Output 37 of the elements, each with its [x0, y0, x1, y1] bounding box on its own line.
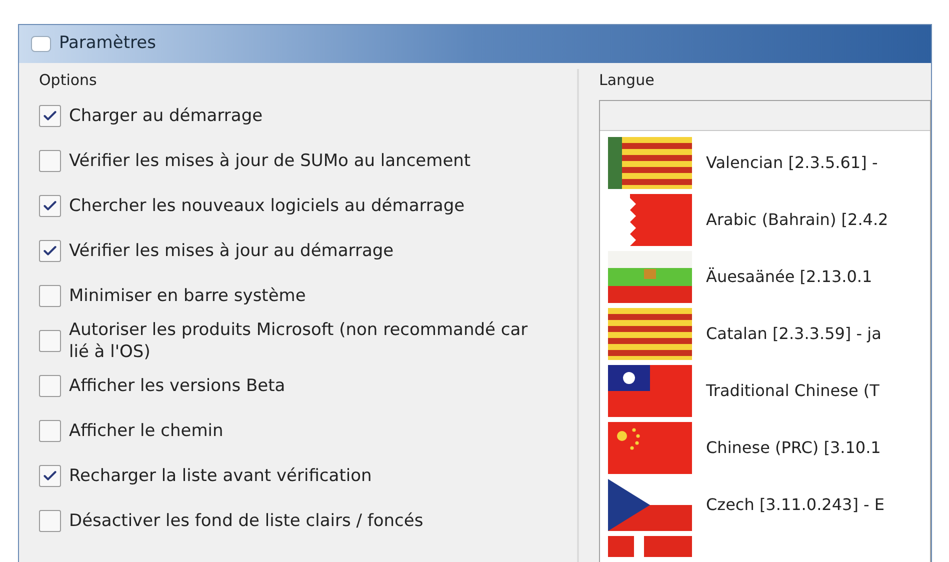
checkbox-label: Minimiser en barre système — [69, 285, 307, 307]
checkbox[interactable] — [39, 105, 61, 127]
checkbox-label: Désactiver les fond de liste clairs / foncés — [69, 510, 424, 532]
group-title: Langue — [599, 70, 656, 91]
checkbox[interactable] — [39, 330, 61, 352]
flag-icon — [608, 308, 692, 360]
window-icon — [31, 36, 51, 52]
checkbox[interactable] — [39, 195, 61, 217]
checkbox-label: Afficher les versions Beta — [69, 375, 286, 397]
checkbox-label: Chercher les nouveaux logiciels au démarrage — [69, 195, 466, 217]
flag-icon — [608, 137, 692, 189]
language-item[interactable]: Arabic (Bahrain) [2.4.2 — [706, 208, 888, 232]
flag-icon — [608, 251, 692, 303]
language-item[interactable]: Czech [3.11.0.243] - E — [706, 493, 884, 517]
flag-icon — [608, 422, 692, 474]
flag-icon — [608, 479, 692, 531]
window-title: Paramètres — [59, 32, 156, 56]
checkbox[interactable] — [39, 375, 61, 397]
checkbox-label: Afficher le chemin — [69, 420, 224, 442]
language-item[interactable]: Äuesaänée [2.13.0.1 — [706, 265, 872, 289]
checkbox-label: Recharger la liste avant vérification — [69, 465, 373, 487]
flag-icon — [608, 365, 692, 417]
checkbox-label: Vérifier les mises à jour au démarrage — [69, 240, 395, 262]
language-item[interactable]: Valencian [2.3.5.61] - — [706, 151, 878, 175]
checkbox[interactable] — [39, 465, 61, 487]
language-item[interactable]: Chinese (PRC) [3.10.1 — [706, 436, 881, 460]
group-title: Options — [38, 70, 98, 91]
language-item[interactable]: Traditional Chinese (T — [706, 379, 880, 403]
language-item[interactable]: Catalan [2.3.3.59] - ja — [706, 322, 882, 346]
checkbox-label: Charger au démarrage — [69, 105, 264, 127]
checkbox[interactable] — [39, 510, 61, 532]
checkbox[interactable] — [39, 150, 61, 172]
checkbox[interactable] — [39, 240, 61, 262]
checkbox-label: Autoriser les produits Microsoft (non recommandé car lié à l'OS) — [69, 319, 529, 363]
checkbox-label: Vérifier les mises à jour de SUMo au lancement — [69, 150, 472, 172]
checkbox[interactable] — [39, 285, 61, 307]
checkbox[interactable] — [39, 420, 61, 442]
